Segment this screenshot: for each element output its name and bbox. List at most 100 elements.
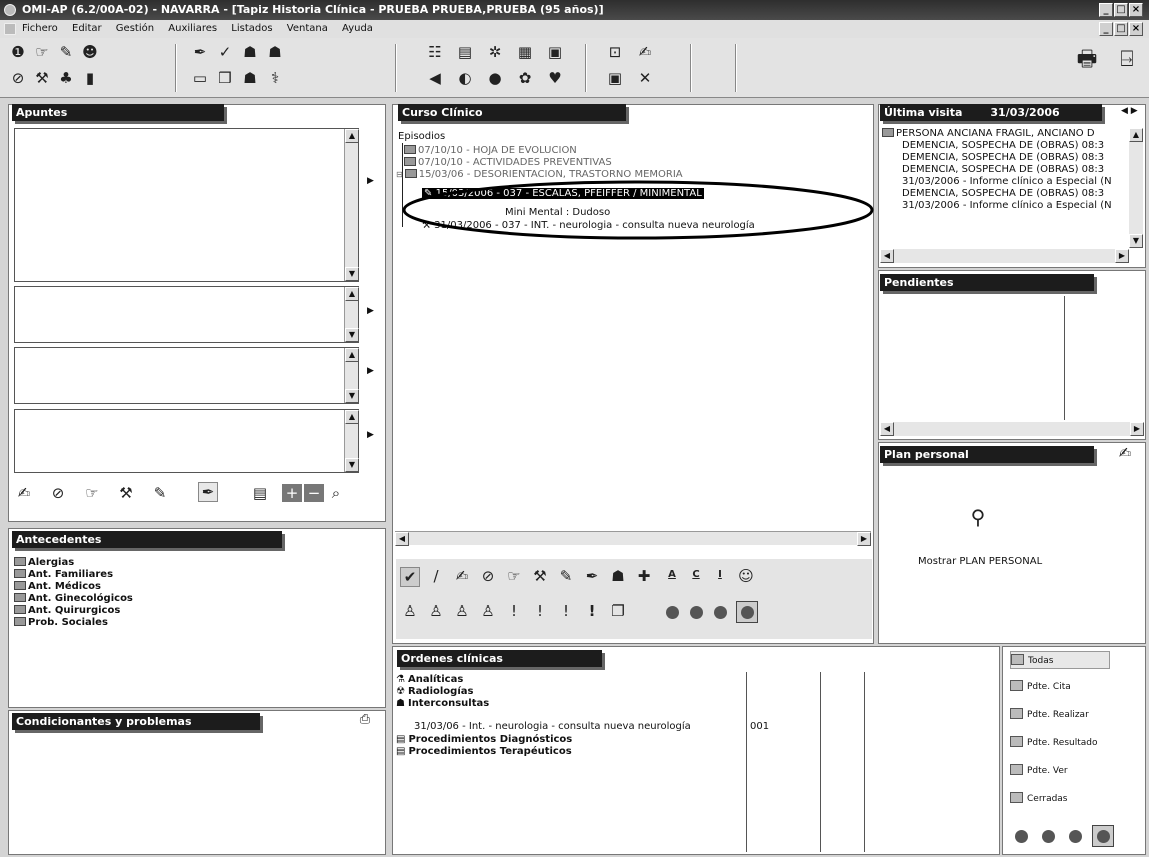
folder-icon[interactable]: ❒ (215, 68, 235, 88)
hand-icon[interactable]: ☞ (504, 567, 524, 585)
visit-item[interactable]: 31/03/2006 - Informe clínico a Especial … (902, 200, 1112, 211)
plan-link[interactable]: Mostrar PLAN PERSONAL (918, 556, 1042, 567)
check-edit-icon[interactable]: ✓ (215, 42, 235, 62)
report-icon[interactable]: ▣ (545, 42, 565, 62)
apuntes-scrollbar-2[interactable]: ▲ ▼ (344, 287, 359, 342)
hand-icon[interactable]: ☞ (32, 42, 52, 62)
info-icon[interactable]: ❶ (8, 42, 28, 62)
minimize-button[interactable]: _ (1099, 3, 1113, 17)
antecedentes-item[interactable]: Prob. Sociales (14, 617, 108, 628)
apuntes-scrollbar-1[interactable]: ▲ ▼ (344, 129, 359, 281)
ultima-nav-arrows[interactable]: ◀ ▶ (1121, 106, 1138, 116)
save-icon[interactable]: ▣ (605, 68, 625, 88)
syringe-icon[interactable]: ⚕ (265, 68, 285, 88)
syringe-icon[interactable]: ✍ (1115, 444, 1135, 462)
pen-icon[interactable]: ✒ (582, 567, 602, 585)
expand-arrow-2[interactable]: ▶ (367, 306, 374, 316)
order-category[interactable]: ☢ Radiologías (396, 686, 473, 697)
apuntes-textarea-2[interactable] (14, 286, 359, 343)
syringe-icon[interactable]: ✍ (452, 567, 472, 585)
minus-icon[interactable]: − (304, 484, 324, 502)
filter-pdte-ver[interactable]: Pdte. Ver (1010, 762, 1068, 780)
virus-icon[interactable]: ✲ (485, 42, 505, 62)
expand-arrow-1[interactable]: ▶ (367, 176, 374, 186)
order-category[interactable]: ▤ Procedimientos Terapéuticos (396, 746, 572, 757)
menu-editar[interactable]: Editar (72, 23, 102, 34)
menu-gestion[interactable]: Gestión (116, 23, 154, 34)
pencil-icon[interactable]: / (426, 567, 446, 585)
circle-icon[interactable] (1042, 830, 1055, 843)
pill-icon[interactable]: ⊘ (8, 68, 28, 88)
maximize-button[interactable]: □ (1114, 3, 1128, 17)
order-category[interactable]: ⚗ Analíticas (396, 674, 463, 685)
order-row[interactable]: 31/03/06 - Int. - neurologia - consulta … (414, 721, 691, 732)
hand-icon[interactable]: ☞ (82, 484, 102, 502)
filter-pdte-realizar[interactable]: Pdte. Realizar (1010, 706, 1089, 724)
order-category[interactable]: ▤ Procedimientos Diagnósticos (396, 734, 572, 745)
check-icon[interactable]: ✔ (400, 567, 420, 587)
tools-icon[interactable]: ⚒ (32, 68, 52, 88)
tree-root[interactable]: Episodios (398, 131, 445, 142)
syringe-icon[interactable]: ✍ (14, 484, 34, 502)
child-restore-button[interactable]: □ (1114, 22, 1128, 36)
episode-item[interactable]: 07/10/10 - HOJA DE EVOLUCION (404, 145, 577, 156)
body-icon[interactable]: ✿ (515, 68, 535, 88)
circle-icon[interactable] (1069, 830, 1082, 843)
tools-icon[interactable]: ⚒ (116, 484, 136, 502)
people-list-icon[interactable]: ☗ (240, 68, 260, 88)
order-category[interactable]: ☗ Interconsultas (396, 698, 489, 709)
apuntes-scrollbar-3[interactable]: ▲ ▼ (344, 348, 359, 403)
files-icon[interactable]: ❐ (608, 602, 628, 620)
apuntes-textarea-4[interactable] (14, 409, 359, 473)
circle-button-selected[interactable] (1092, 825, 1114, 847)
edit-icon[interactable]: ✎ (556, 567, 576, 585)
ultima-hscrollbar[interactable]: ◀ ▶ (880, 249, 1129, 263)
printer-icon[interactable]: 🖶 (1072, 49, 1102, 71)
flask-icon[interactable]: ♙ (452, 602, 472, 620)
exclamation-icon[interactable]: ! (556, 602, 576, 620)
pill-icon[interactable]: ⊘ (48, 484, 68, 502)
filter-pdte-cita[interactable]: Pdte. Cita (1010, 678, 1071, 696)
network-icon[interactable]: ☷ (425, 42, 445, 62)
filter-pdte-resultado[interactable]: Pdte. Resultado (1010, 734, 1097, 752)
write-icon[interactable]: ✍ (635, 42, 655, 62)
people-icon[interactable]: ☗ (240, 42, 260, 62)
visit-item[interactable]: DEMENCIA, SOSPECHA DE (OBRAS) 08:3 (902, 140, 1104, 151)
back-icon[interactable]: ◀ (425, 68, 445, 88)
circle-button-selected[interactable] (736, 601, 758, 623)
stomach-icon[interactable]: ● (485, 68, 505, 88)
window-icon[interactable]: ⊡ (605, 42, 625, 62)
list-icon[interactable]: ▤ (250, 484, 270, 502)
antecedentes-item[interactable]: Ant. Familiares (14, 569, 113, 580)
child-minimize-button[interactable]: _ (1099, 22, 1113, 36)
flask-icon[interactable]: ♙ (478, 602, 498, 620)
chart-icon[interactable]: ▮ (80, 68, 100, 88)
search-icon[interactable]: ⌕ (326, 484, 346, 502)
edit-icon[interactable]: ✎ (56, 42, 76, 62)
ear-icon[interactable]: ◐ (455, 68, 475, 88)
letter-c-button[interactable]: C (686, 569, 706, 580)
letter-i-button[interactable]: I (710, 569, 730, 580)
curso-hscrollbar[interactable]: ◀ ▶ (395, 531, 871, 546)
edit-icon[interactable]: ✎ (150, 484, 170, 502)
smiley-icon[interactable]: ☺ (736, 567, 756, 585)
antecedentes-item[interactable]: Ant. Médicos (14, 581, 101, 592)
menu-fichero[interactable]: Fichero (22, 23, 58, 34)
ultima-vscrollbar[interactable]: ▲ ▼ (1129, 128, 1143, 248)
exclamation-icon[interactable]: ! (582, 602, 602, 620)
pen-icon[interactable]: ✒ (190, 42, 210, 62)
visit-item[interactable]: DEMENCIA, SOSPECHA DE (OBRAS) 08:3 (902, 188, 1104, 199)
expand-arrow-4[interactable]: ▶ (367, 430, 374, 440)
menu-listados[interactable]: Listados (231, 23, 272, 34)
flask-icon[interactable]: ♙ (426, 602, 446, 620)
pen-icon[interactable]: ✒ (198, 482, 218, 502)
episode-item[interactable]: 07/10/10 - ACTIVIDADES PREVENTIVAS (404, 157, 612, 168)
visit-item[interactable]: DEMENCIA, SOSPECHA DE (OBRAS) 08:3 (902, 152, 1104, 163)
pendientes-hscrollbar[interactable]: ◀ ▶ (880, 422, 1144, 436)
apuntes-scrollbar-4[interactable]: ▲ ▼ (344, 410, 359, 472)
circle-icon[interactable] (714, 606, 727, 619)
people-icon[interactable]: ☗ (608, 567, 628, 585)
close-button[interactable]: × (1129, 3, 1143, 17)
visit-item[interactable]: DEMENCIA, SOSPECHA DE (OBRAS) 08:3 (902, 164, 1104, 175)
user-icon[interactable]: ☻ (80, 42, 100, 62)
